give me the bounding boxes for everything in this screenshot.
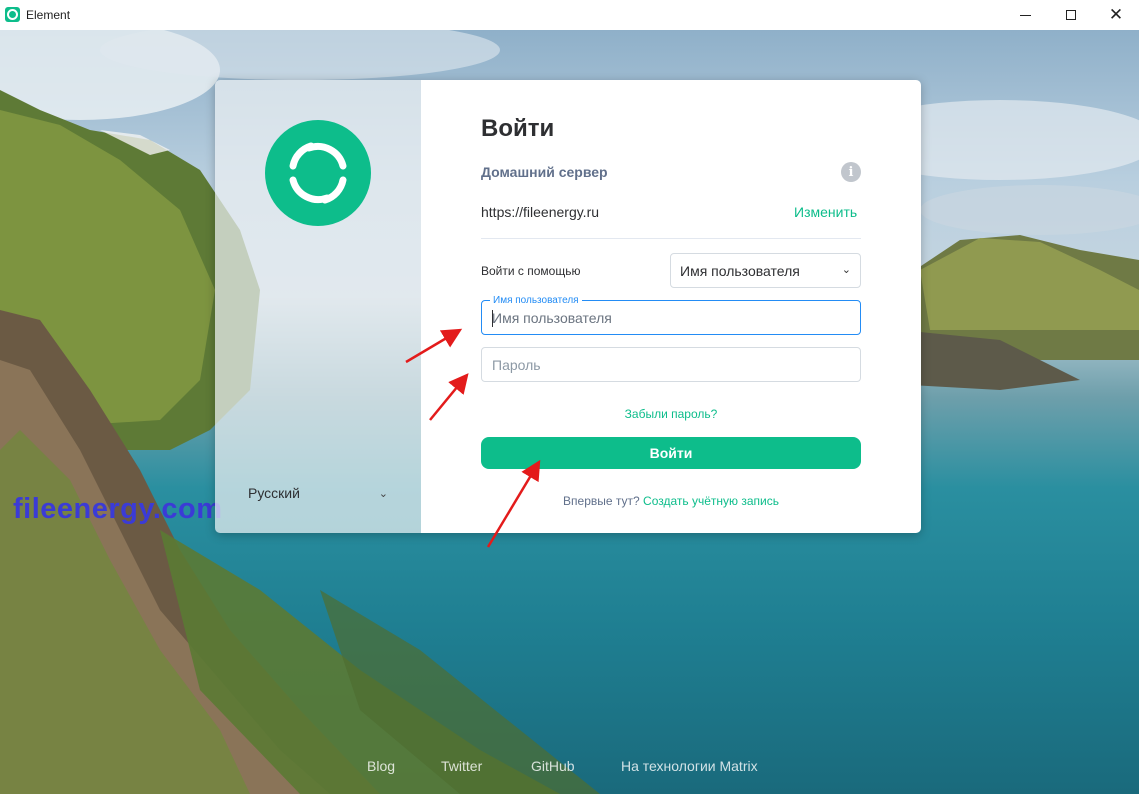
info-icon[interactable]: i xyxy=(841,162,861,182)
forgot-password-wrapper: Забыли пароль? xyxy=(421,407,921,421)
change-homeserver-link[interactable]: Изменить xyxy=(794,204,857,220)
maximize-button[interactable] xyxy=(1048,0,1094,30)
homeserver-url: https://fileenergy.ru xyxy=(481,204,600,220)
homeserver-label: Домашний сервер xyxy=(481,164,608,180)
username-input[interactable] xyxy=(482,301,860,334)
chevron-down-icon: ⌄ xyxy=(841,264,851,276)
watermark-text: fileenergy.com xyxy=(13,493,223,525)
password-input[interactable] xyxy=(482,348,860,381)
close-button[interactable]: ✕ xyxy=(1093,0,1139,30)
login-with-label: Войти с помощью xyxy=(481,264,581,278)
footer-links: Blog Twitter GitHub На технологии Matrix xyxy=(0,758,1139,778)
close-icon: ✕ xyxy=(1108,4,1124,25)
window-title: Element xyxy=(26,8,71,22)
language-selector[interactable]: Русский ⌄ xyxy=(248,483,388,503)
login-method-value: Имя пользователя xyxy=(680,262,800,279)
card-brand-panel: Русский ⌄ xyxy=(215,80,421,533)
language-label: Русский xyxy=(248,485,300,501)
page-title: Войти xyxy=(481,115,555,142)
minimize-icon xyxy=(1019,14,1031,16)
card-form-panel: Войти Домашний сервер i https://fileener… xyxy=(421,80,921,533)
sign-in-button[interactable]: Войти xyxy=(481,437,861,469)
footer-link-blog[interactable]: Blog xyxy=(367,758,395,774)
footer-link-github[interactable]: GitHub xyxy=(531,758,575,774)
create-account-row: Впервые тут? Создать учётную запись xyxy=(421,494,921,508)
forgot-password-link[interactable]: Забыли пароль? xyxy=(625,407,718,421)
password-field[interactable] xyxy=(481,347,861,382)
minimize-button[interactable] xyxy=(1002,0,1048,30)
footer-link-matrix[interactable]: На технологии Matrix xyxy=(621,758,758,774)
footer-link-twitter[interactable]: Twitter xyxy=(441,758,482,774)
title-bar: Element ✕ xyxy=(0,0,1139,30)
username-field[interactable]: Имя пользователя xyxy=(481,295,861,335)
login-method-select[interactable]: Имя пользователя ⌄ xyxy=(670,253,861,288)
element-logo-icon xyxy=(265,120,371,226)
element-logo-icon xyxy=(5,7,20,22)
text-caret xyxy=(492,310,493,327)
maximize-icon xyxy=(1066,10,1076,20)
login-card: Русский ⌄ Войти Домашний сервер i https:… xyxy=(215,80,921,533)
divider xyxy=(481,238,861,239)
create-account-link[interactable]: Создать учётную запись xyxy=(643,494,779,508)
new-here-text: Впервые тут? xyxy=(563,494,640,508)
chevron-down-icon: ⌄ xyxy=(378,487,388,500)
